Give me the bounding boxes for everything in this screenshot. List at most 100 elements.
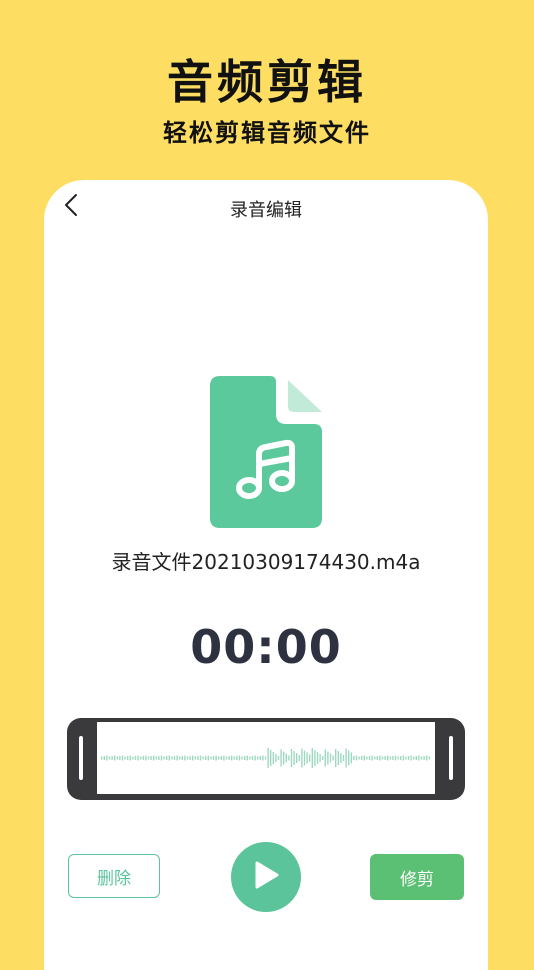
waveform-bar bbox=[418, 755, 420, 761]
waveform-bar bbox=[306, 752, 308, 764]
waveform-trimmer[interactable] bbox=[67, 718, 465, 800]
waveform-bar bbox=[202, 756, 204, 760]
waveform-bar bbox=[353, 756, 355, 760]
trim-button[interactable]: 修剪 bbox=[370, 854, 464, 900]
waveform-bar bbox=[407, 756, 410, 760]
waveform-bar bbox=[236, 756, 238, 760]
waveform-bar bbox=[288, 755, 290, 761]
waveform-bar bbox=[322, 756, 324, 760]
waveform-bar bbox=[155, 756, 157, 760]
waveform-bar bbox=[114, 755, 116, 761]
waveform-bar bbox=[119, 756, 121, 760]
waveform-bar bbox=[181, 756, 183, 760]
waveform-bar bbox=[280, 749, 282, 767]
waveform-bar bbox=[340, 753, 342, 763]
waveform-bar bbox=[158, 756, 160, 760]
waveform-bar bbox=[150, 756, 152, 760]
waveform-bar bbox=[348, 750, 350, 766]
waveform-bar bbox=[410, 755, 412, 761]
trim-handle-left[interactable] bbox=[79, 736, 83, 780]
waveform-bar bbox=[277, 756, 280, 760]
waveform-bar bbox=[293, 751, 295, 765]
waveform-bar bbox=[332, 755, 334, 761]
waveform-bar bbox=[145, 755, 147, 761]
waveform-bar bbox=[311, 748, 313, 768]
waveform-bar bbox=[189, 756, 191, 760]
waveform-bar bbox=[212, 756, 215, 760]
waveform-bar bbox=[314, 750, 316, 766]
waveform-bar bbox=[413, 756, 415, 760]
waveform-bar bbox=[176, 755, 178, 761]
waveform-window[interactable] bbox=[97, 722, 435, 794]
waveform-bar bbox=[223, 755, 225, 761]
waveform-bar bbox=[244, 756, 246, 760]
waveform-bar bbox=[405, 756, 407, 760]
waveform-bar bbox=[147, 756, 150, 760]
promo-title: 音频剪辑 bbox=[167, 55, 367, 109]
waveform-bar bbox=[220, 756, 222, 760]
waveform-bar bbox=[129, 755, 131, 761]
waveform bbox=[101, 748, 430, 768]
waveform-bar bbox=[205, 756, 207, 760]
waveform-bar bbox=[303, 750, 306, 766]
waveform-bar bbox=[379, 755, 381, 761]
waveform-bar bbox=[361, 756, 363, 760]
waveform-bar bbox=[324, 749, 326, 767]
waveform-bar bbox=[387, 755, 389, 761]
waveform-bar bbox=[400, 756, 402, 760]
waveform-bar bbox=[179, 756, 181, 760]
waveform-bar bbox=[225, 756, 228, 760]
waveform-bar bbox=[337, 751, 339, 765]
trim-handle-right[interactable] bbox=[449, 736, 453, 780]
waveform-bar bbox=[335, 749, 337, 767]
waveform-bar bbox=[368, 756, 371, 760]
waveform-bar bbox=[283, 751, 285, 765]
waveform-bar bbox=[142, 756, 144, 760]
waveform-bar bbox=[184, 755, 186, 761]
play-icon[interactable] bbox=[251, 859, 281, 895]
waveform-bar bbox=[254, 755, 256, 761]
delete-button[interactable]: 删除 bbox=[68, 854, 160, 898]
waveform-bar bbox=[342, 755, 345, 761]
waveform-bar bbox=[327, 751, 329, 765]
waveform-bar bbox=[319, 754, 321, 762]
waveform-bar bbox=[163, 756, 165, 760]
promo-subtitle: 轻松剪辑音频文件 bbox=[163, 119, 371, 147]
waveform-bar bbox=[101, 756, 103, 760]
waveform-bar bbox=[262, 755, 264, 761]
waveform-bar bbox=[199, 755, 202, 761]
waveform-bar bbox=[134, 756, 137, 760]
waveform-bar bbox=[267, 748, 269, 768]
waveform-bar bbox=[124, 756, 126, 760]
waveform-bar bbox=[186, 756, 189, 760]
waveform-bar bbox=[257, 756, 259, 760]
waveform-bar bbox=[108, 756, 111, 760]
waveform-bar bbox=[374, 756, 376, 760]
waveform-bar bbox=[103, 756, 105, 760]
waveform-bar bbox=[392, 756, 394, 760]
waveform-bar bbox=[397, 756, 399, 760]
waveform-bar bbox=[301, 748, 303, 768]
waveform-bar bbox=[329, 753, 332, 763]
waveform-bar bbox=[241, 756, 243, 760]
play-button[interactable] bbox=[231, 842, 301, 912]
waveform-bar bbox=[160, 755, 163, 761]
waveform-bar bbox=[173, 756, 176, 760]
music-file-icon bbox=[208, 376, 324, 530]
waveform-bar bbox=[384, 756, 386, 760]
file-name: 录音文件20210309174430.m4a bbox=[111, 550, 421, 574]
waveform-bar bbox=[251, 756, 254, 760]
playback-time: 00:00 bbox=[190, 620, 342, 674]
waveform-bar bbox=[228, 756, 230, 760]
waveform-bar bbox=[423, 756, 425, 760]
waveform-bar bbox=[246, 755, 248, 761]
waveform-bar bbox=[259, 756, 261, 760]
waveform-bar bbox=[355, 755, 358, 761]
waveform-bar bbox=[207, 755, 209, 761]
waveform-bar bbox=[127, 756, 129, 760]
waveform-bar bbox=[309, 754, 311, 762]
waveform-bar bbox=[153, 755, 155, 761]
waveform-bar bbox=[285, 753, 287, 763]
waveform-bar bbox=[166, 756, 168, 760]
waveform-bar bbox=[264, 756, 267, 760]
